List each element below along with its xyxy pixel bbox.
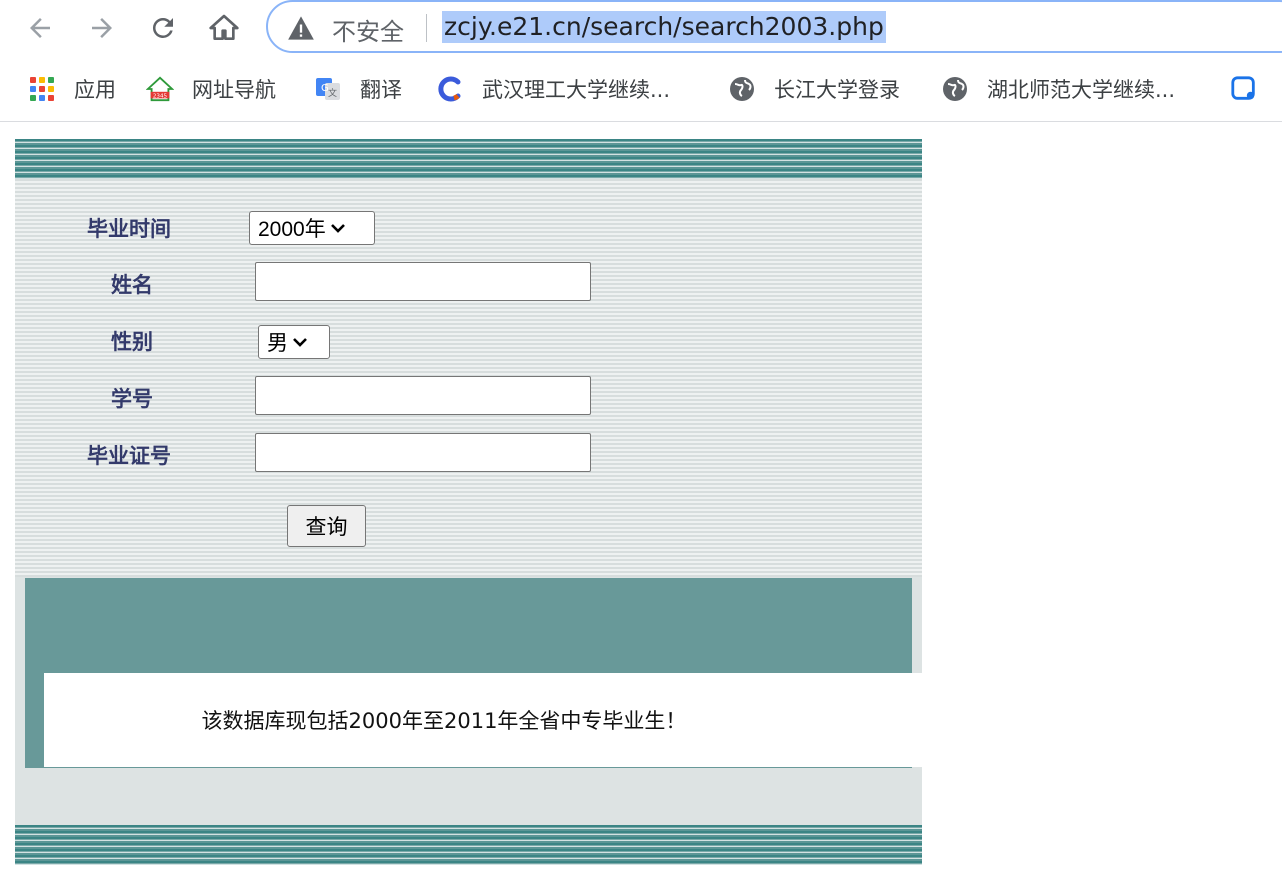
globe-icon	[941, 75, 969, 103]
address-bar[interactable]: 不安全 zcjy.e21.cn/search/search2003.php	[266, 0, 1282, 53]
page-content: 毕业时间 2000年 姓名 性别 男 学号 毕业证号 查询	[0, 123, 1282, 888]
home-icon	[208, 12, 240, 44]
bookmark-partial[interactable]	[1230, 73, 1276, 105]
google-translate-icon: G文	[314, 75, 342, 103]
gender-value: 男	[267, 327, 288, 357]
svg-text:2345: 2345	[153, 93, 168, 99]
forward-arrow-icon	[87, 13, 117, 43]
bookmark-label: 湖北师范大学继续...	[987, 74, 1175, 104]
bottom-decorative-band	[15, 825, 922, 865]
bookmark-label: 长江大学登录	[774, 74, 900, 104]
url-text[interactable]: zcjy.e21.cn/search/search2003.php	[442, 11, 886, 43]
svg-text:文: 文	[328, 87, 337, 99]
doc-edit-icon	[1230, 75, 1258, 103]
bookmark-whut[interactable]: 武汉理工大学继续...	[436, 73, 670, 105]
cert-no-label: 毕业证号	[87, 440, 171, 470]
home-button[interactable]	[204, 8, 244, 48]
bookmark-label: 武汉理工大学继续...	[482, 74, 670, 104]
gender-select[interactable]: 男	[258, 325, 330, 359]
gender-label: 性别	[111, 326, 153, 356]
bookmark-label: 应用	[74, 74, 116, 104]
bookmark-label: 翻译	[360, 74, 402, 104]
bookmark-hbnu[interactable]: 湖北师范大学继续...	[941, 73, 1175, 105]
reload-icon	[148, 13, 178, 43]
bookmark-apps[interactable]: 应用	[28, 73, 116, 105]
bookmark-label: 网址导航	[192, 74, 276, 104]
name-input[interactable]	[255, 262, 591, 301]
name-label: 姓名	[111, 269, 153, 299]
bookmark-translate[interactable]: G文 翻译	[314, 73, 402, 105]
address-separator	[426, 14, 427, 42]
reload-button[interactable]	[143, 8, 183, 48]
chevron-down-icon	[292, 336, 308, 348]
bookmark-yangtze[interactable]: 长江大学登录	[728, 73, 900, 105]
notice-text: 该数据库现包括2000年至2011年全省中专毕业生！	[202, 705, 687, 735]
forward-button[interactable]	[82, 8, 122, 48]
notice-frame: 该数据库现包括2000年至2011年全省中专毕业生！	[25, 578, 912, 768]
grad-time-label: 毕业时间	[87, 213, 171, 243]
security-status-text[interactable]: 不安全	[332, 12, 404, 47]
house-icon: 2345	[146, 75, 174, 103]
search-panel: 毕业时间 2000年 姓名 性别 男 学号 毕业证号 查询	[15, 139, 922, 865]
bookmark-nav[interactable]: 2345 网址导航	[146, 73, 276, 105]
apps-grid-icon	[28, 75, 56, 103]
chevron-down-icon	[330, 222, 346, 234]
notice-box: 该数据库现包括2000年至2011年全省中专毕业生！	[44, 673, 922, 767]
back-button[interactable]	[20, 8, 60, 48]
browser-toolbar: 不安全 zcjy.e21.cn/search/search2003.php	[0, 0, 1282, 56]
warning-triangle-icon[interactable]	[287, 15, 315, 45]
cert-no-input[interactable]	[255, 433, 591, 472]
top-decorative-band	[15, 139, 922, 179]
grad-time-select[interactable]: 2000年	[249, 211, 375, 245]
search-form: 毕业时间 2000年 姓名 性别 男 学号 毕业证号 查询	[15, 179, 922, 577]
c-logo-icon	[436, 75, 464, 103]
back-arrow-icon	[25, 13, 55, 43]
globe-icon	[728, 75, 756, 103]
bookmarks-bar: 应用 2345 网址导航 G文 翻译 武汉理工大学继续... 长江大学登录 湖北…	[0, 56, 1282, 122]
search-button[interactable]: 查询	[287, 505, 366, 547]
student-id-label: 学号	[111, 383, 153, 413]
student-id-input[interactable]	[255, 376, 591, 415]
grad-time-value: 2000年	[258, 213, 326, 243]
